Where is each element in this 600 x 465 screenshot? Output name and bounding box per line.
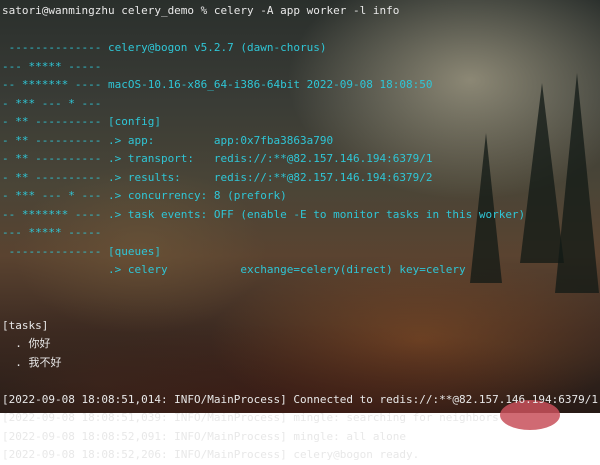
- banner-line: - ** ---------- .> results: redis://:**@…: [2, 170, 433, 184]
- shell-prompt-line: satori@wanmingzhu celery_demo % celery -…: [2, 4, 400, 17]
- task-item: . 我不好: [2, 355, 62, 369]
- banner-line: -- ******* ---- macOS-10.16-x86_64-i386-…: [2, 78, 433, 91]
- log-line: [2022-09-08 18:08:52,091: INFO/MainProce…: [2, 429, 406, 443]
- banner-line: - *** --- * ---: [2, 96, 102, 110]
- log-line: [2022-09-08 18:08:51,039: INFO/MainProce…: [2, 411, 499, 424]
- log-line: [2022-09-08 18:08:51,014: INFO/MainProce…: [2, 392, 599, 406]
- tasks-header: [tasks]: [2, 318, 49, 332]
- banner-line: -- ******* ---- .> task events: OFF (ena…: [2, 207, 526, 221]
- terminal-window[interactable]: satori@wanmingzhu celery_demo % celery -…: [2, 0, 600, 461]
- log-line: [2022-09-08 18:08:52,206: INFO/MainProce…: [2, 448, 420, 461]
- task-item: . 你好: [2, 337, 51, 350]
- banner-line: - *** --- * --- .> concurrency: 8 (prefo…: [2, 189, 287, 202]
- banner-line: .> celery exchange=celery(direct) key=ce…: [2, 263, 466, 276]
- banner-line: - ** ---------- .> app: app:0x7fba3863a7…: [2, 133, 334, 147]
- banner-line: -------------- celery@bogon v5.2.7 (dawn…: [2, 41, 327, 54]
- banner-line: - ** ---------- .> transport: redis://:*…: [2, 152, 433, 165]
- banner-line: --- ***** -----: [2, 59, 102, 73]
- banner-line: -------------- [queues]: [2, 244, 161, 258]
- banner-line: - ** ---------- [config]: [2, 115, 161, 128]
- banner-line: --- ***** -----: [2, 226, 102, 239]
